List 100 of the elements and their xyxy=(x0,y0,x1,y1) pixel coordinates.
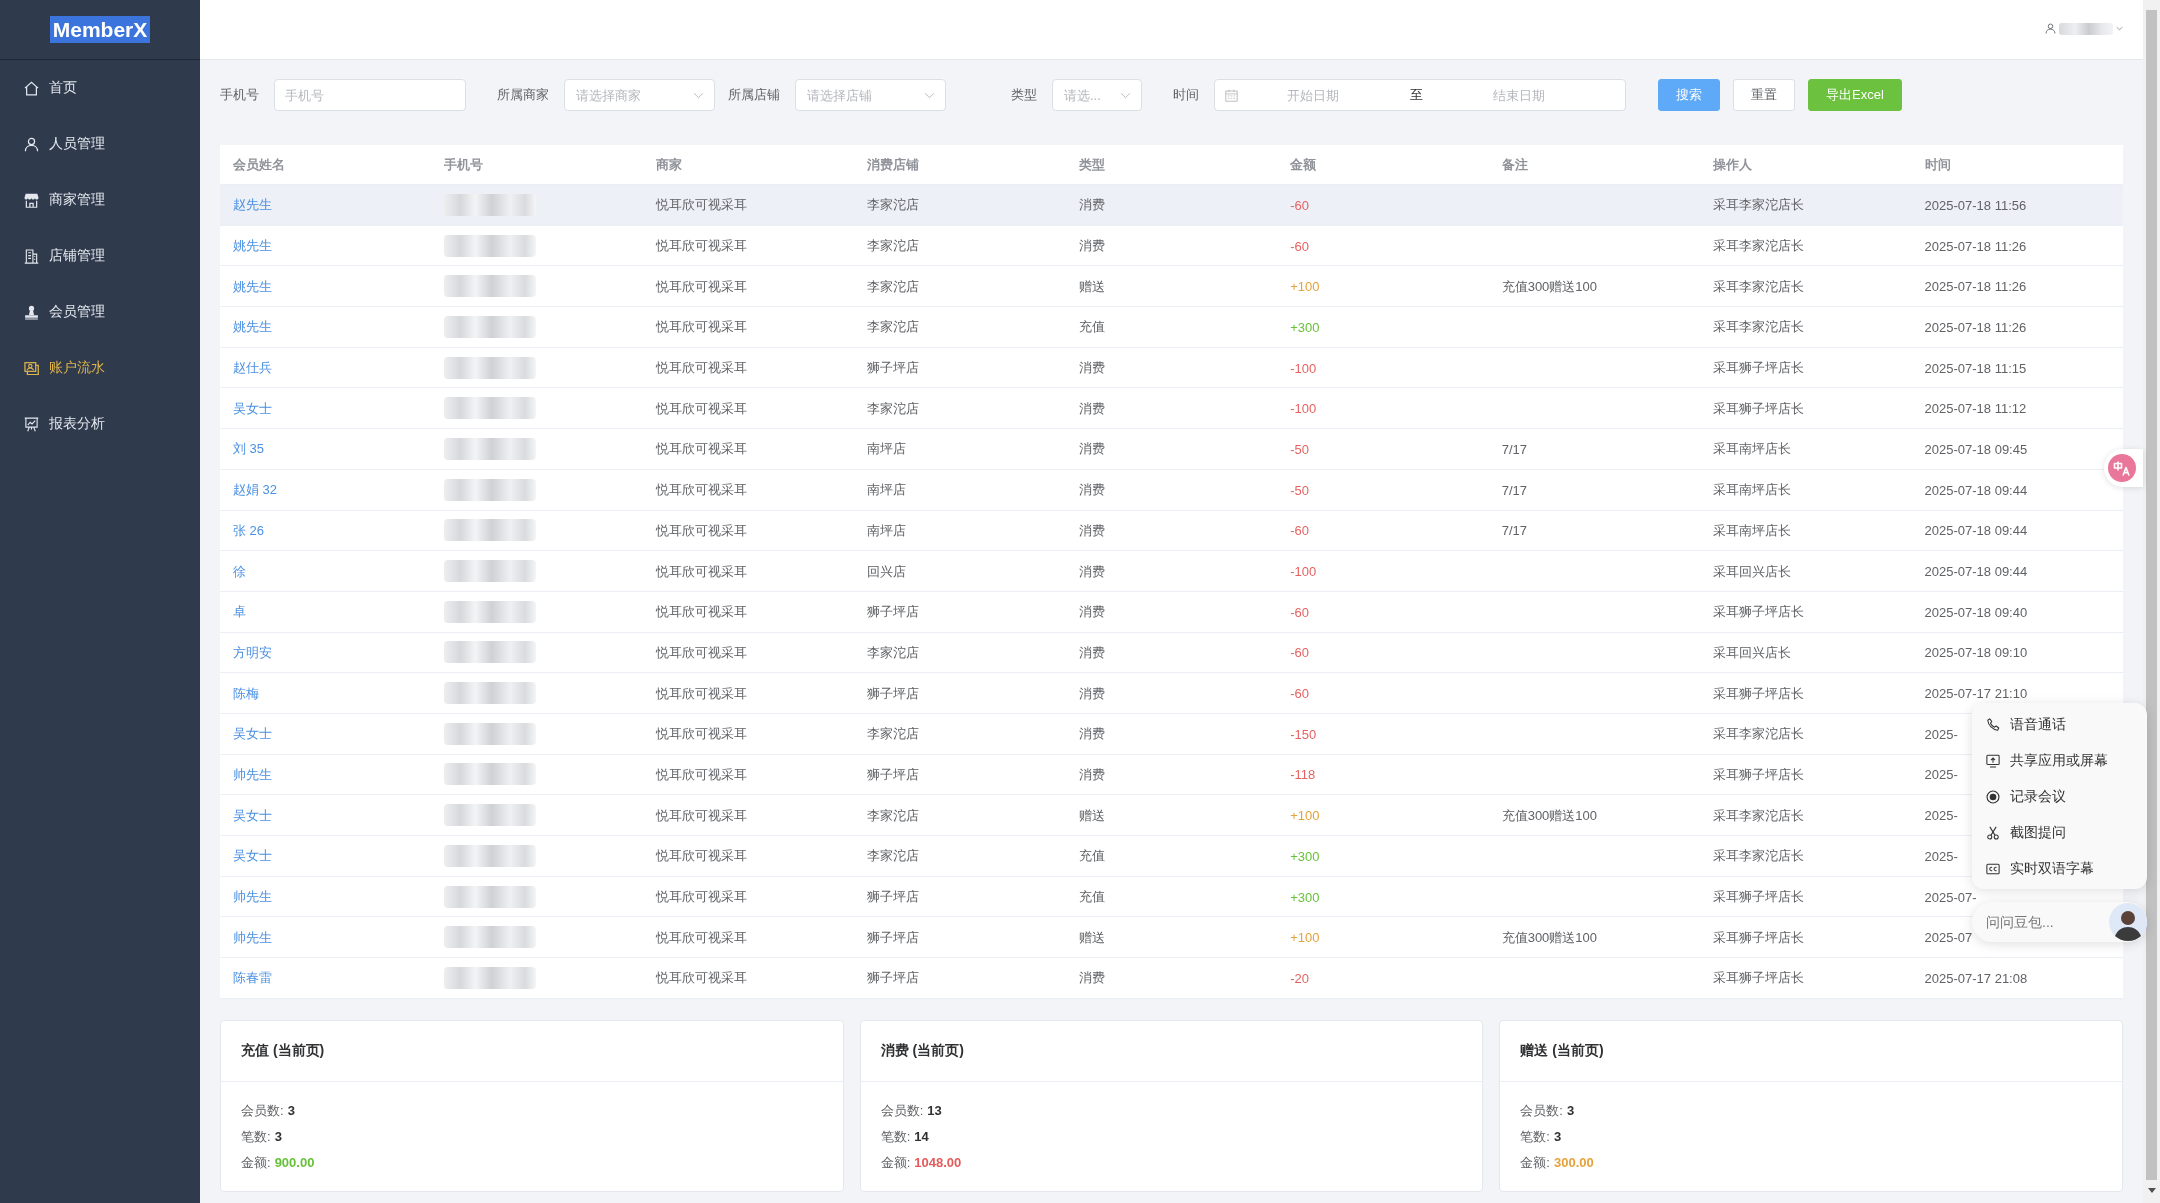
filter-label: 所属商家 xyxy=(497,86,549,104)
transaction-time: 2025-07-18 09:44 xyxy=(1924,523,2028,539)
assistant-menu-item[interactable]: 截图提问 xyxy=(1972,815,2147,851)
member-name-link[interactable]: 徐 xyxy=(233,563,246,579)
operator-name: 采耳李家沱店长 xyxy=(1713,726,1805,742)
member-name-link[interactable]: 刘 35 xyxy=(233,441,265,457)
scrollbar-thumb[interactable] xyxy=(2146,10,2157,1180)
phone-icon xyxy=(1986,718,2000,732)
member-name-link[interactable]: 陈春雷 xyxy=(233,970,272,986)
member-name-link[interactable]: 姚先生 xyxy=(233,238,272,254)
operator-name: 采耳狮子坪店长 xyxy=(1713,766,1805,782)
transaction-time: 2025-07-17 21:10 xyxy=(1924,686,2028,702)
chevron-down-icon[interactable] xyxy=(2116,26,2123,31)
avatar-icon[interactable] xyxy=(2109,903,2147,941)
transaction-time: 2025-07-18 09:44 xyxy=(1924,482,2028,498)
operator-name: 采耳狮子坪店长 xyxy=(1713,400,1805,416)
transaction-time: 2025- xyxy=(1924,848,1958,864)
operator-name: 采耳狮子坪店长 xyxy=(1713,685,1805,701)
search-button[interactable]: 搜索 xyxy=(1658,79,1720,111)
transaction-type: 赠送 xyxy=(1078,278,1105,294)
assistant-menu-item[interactable]: 实时双语字幕 xyxy=(1972,851,2147,887)
member-name-link[interactable]: 吴女士 xyxy=(233,726,272,742)
card-title: 充值 (当前页) xyxy=(241,1041,325,1060)
sidebar-item[interactable]: 账户流水 xyxy=(0,340,200,396)
store-name: 李家沱店 xyxy=(867,278,920,294)
operator-name: 采耳南坪店长 xyxy=(1713,522,1792,538)
operator-name: 采耳李家沱店长 xyxy=(1713,807,1805,823)
start-date-input[interactable]: 开始日期 xyxy=(1238,87,1388,103)
store-name: 李家沱店 xyxy=(867,400,920,416)
transaction-time: 2025- xyxy=(1924,767,1958,783)
member-name-link[interactable]: 姚先生 xyxy=(233,319,272,335)
filter-label: 所属店铺 xyxy=(728,86,780,104)
select-field[interactable]: 请选... xyxy=(1052,79,1142,111)
amount-value: -60 xyxy=(1290,523,1309,539)
stat-label: 金额: xyxy=(241,1153,271,1172)
text-input[interactable]: 手机号 xyxy=(274,79,466,111)
transaction-type: 消费 xyxy=(1078,482,1105,498)
stat-label: 笔数: xyxy=(1520,1127,1550,1146)
sidebar-item[interactable]: 店铺管理 xyxy=(0,228,200,284)
remark-text: 充值300赠送100 xyxy=(1501,807,1598,823)
stat-value: 13 xyxy=(927,1103,942,1119)
reset-button[interactable]: 重置 xyxy=(1733,79,1795,111)
store-name: 李家沱店 xyxy=(867,644,920,660)
sidebar-item[interactable]: 会员管理 xyxy=(0,284,200,340)
member-name-link[interactable]: 姚先生 xyxy=(233,278,272,294)
store-name: 南坪店 xyxy=(867,441,907,457)
member-name-link[interactable]: 陈梅 xyxy=(233,685,259,701)
member-name-link[interactable]: 吴女士 xyxy=(233,848,272,864)
member-name-link[interactable]: 方明安 xyxy=(233,644,272,660)
remark-text: 充值300赠送100 xyxy=(1501,929,1598,945)
member-name-link[interactable]: 赵仕兵 xyxy=(233,360,272,376)
amount-value: -60 xyxy=(1290,686,1309,702)
sidebar-item[interactable]: 人员管理 xyxy=(0,116,200,172)
transaction-type: 赠送 xyxy=(1078,929,1105,945)
scrollbar[interactable] xyxy=(2143,0,2160,1203)
remark-text: 7/17 xyxy=(1501,523,1527,539)
member-name-link[interactable]: 帅先生 xyxy=(233,929,272,945)
export-button[interactable]: 导出Excel xyxy=(1808,79,1902,111)
select-field[interactable]: 请选择商家 xyxy=(564,79,715,111)
scroll-down-arrow-icon[interactable] xyxy=(2147,1188,2156,1193)
member-name-link[interactable]: 赵先生 xyxy=(233,197,272,213)
amount-value: +100 xyxy=(1290,930,1320,946)
transaction-time: 2025-07-18 11:56 xyxy=(1924,197,2027,213)
transaction-type: 消费 xyxy=(1078,400,1105,416)
operator-name: 采耳狮子坪店长 xyxy=(1713,929,1805,945)
user-icon[interactable] xyxy=(2045,23,2056,34)
operator-name: 采耳回兴店长 xyxy=(1713,563,1792,579)
merchant-name: 悦耳欣可视采耳 xyxy=(655,604,747,620)
stat-label: 会员数: xyxy=(880,1101,924,1120)
stat-value: 3 xyxy=(1553,1129,1562,1145)
transaction-time: 2025- xyxy=(1924,808,1958,824)
transaction-time: 2025-07-18 11:15 xyxy=(1924,360,2027,376)
column-header: 消费店铺 xyxy=(867,157,920,172)
record-icon xyxy=(1986,790,2000,804)
assistant-menu-item[interactable]: 语音通话 xyxy=(1972,707,2147,743)
select-field[interactable]: 请选择店铺 xyxy=(795,79,946,111)
date-range-field[interactable]: 开始日期 至 结束日期 xyxy=(1214,79,1626,111)
member-name-link[interactable]: 帅先生 xyxy=(233,766,272,782)
sidebar-item[interactable]: 商家管理 xyxy=(0,172,200,228)
member-name-link[interactable]: 张 26 xyxy=(233,522,265,538)
sidebar-item[interactable]: 报表分析 xyxy=(0,396,200,452)
end-date-input[interactable]: 结束日期 xyxy=(1444,87,1594,103)
assistant-menu-item[interactable]: 记录会议 xyxy=(1972,779,2147,815)
member-name-link[interactable]: 赵娟 32 xyxy=(233,482,278,498)
amount-value: -100 xyxy=(1290,360,1317,376)
blurred-user-name xyxy=(2059,22,2113,35)
assistant-menu-item[interactable]: 共享应用或屏幕 xyxy=(1972,743,2147,779)
operator-name: 采耳李家沱店长 xyxy=(1713,238,1805,254)
stat-value: 900.00 xyxy=(274,1155,315,1171)
merchant-name: 悦耳欣可视采耳 xyxy=(655,644,747,660)
member-name-link[interactable]: 吴女士 xyxy=(233,400,272,416)
merchant-name: 悦耳欣可视采耳 xyxy=(655,929,747,945)
sidebar-item[interactable]: 首页 xyxy=(0,60,200,116)
member-name-link[interactable]: 帅先生 xyxy=(233,889,272,905)
translate-button[interactable] xyxy=(2104,449,2143,487)
store-name: 狮子坪店 xyxy=(867,970,920,986)
merchant-name: 悦耳欣可视采耳 xyxy=(655,482,747,498)
member-name-link[interactable]: 卓 xyxy=(233,604,246,620)
member-name-link[interactable]: 吴女士 xyxy=(233,807,272,823)
home-icon xyxy=(24,80,39,96)
